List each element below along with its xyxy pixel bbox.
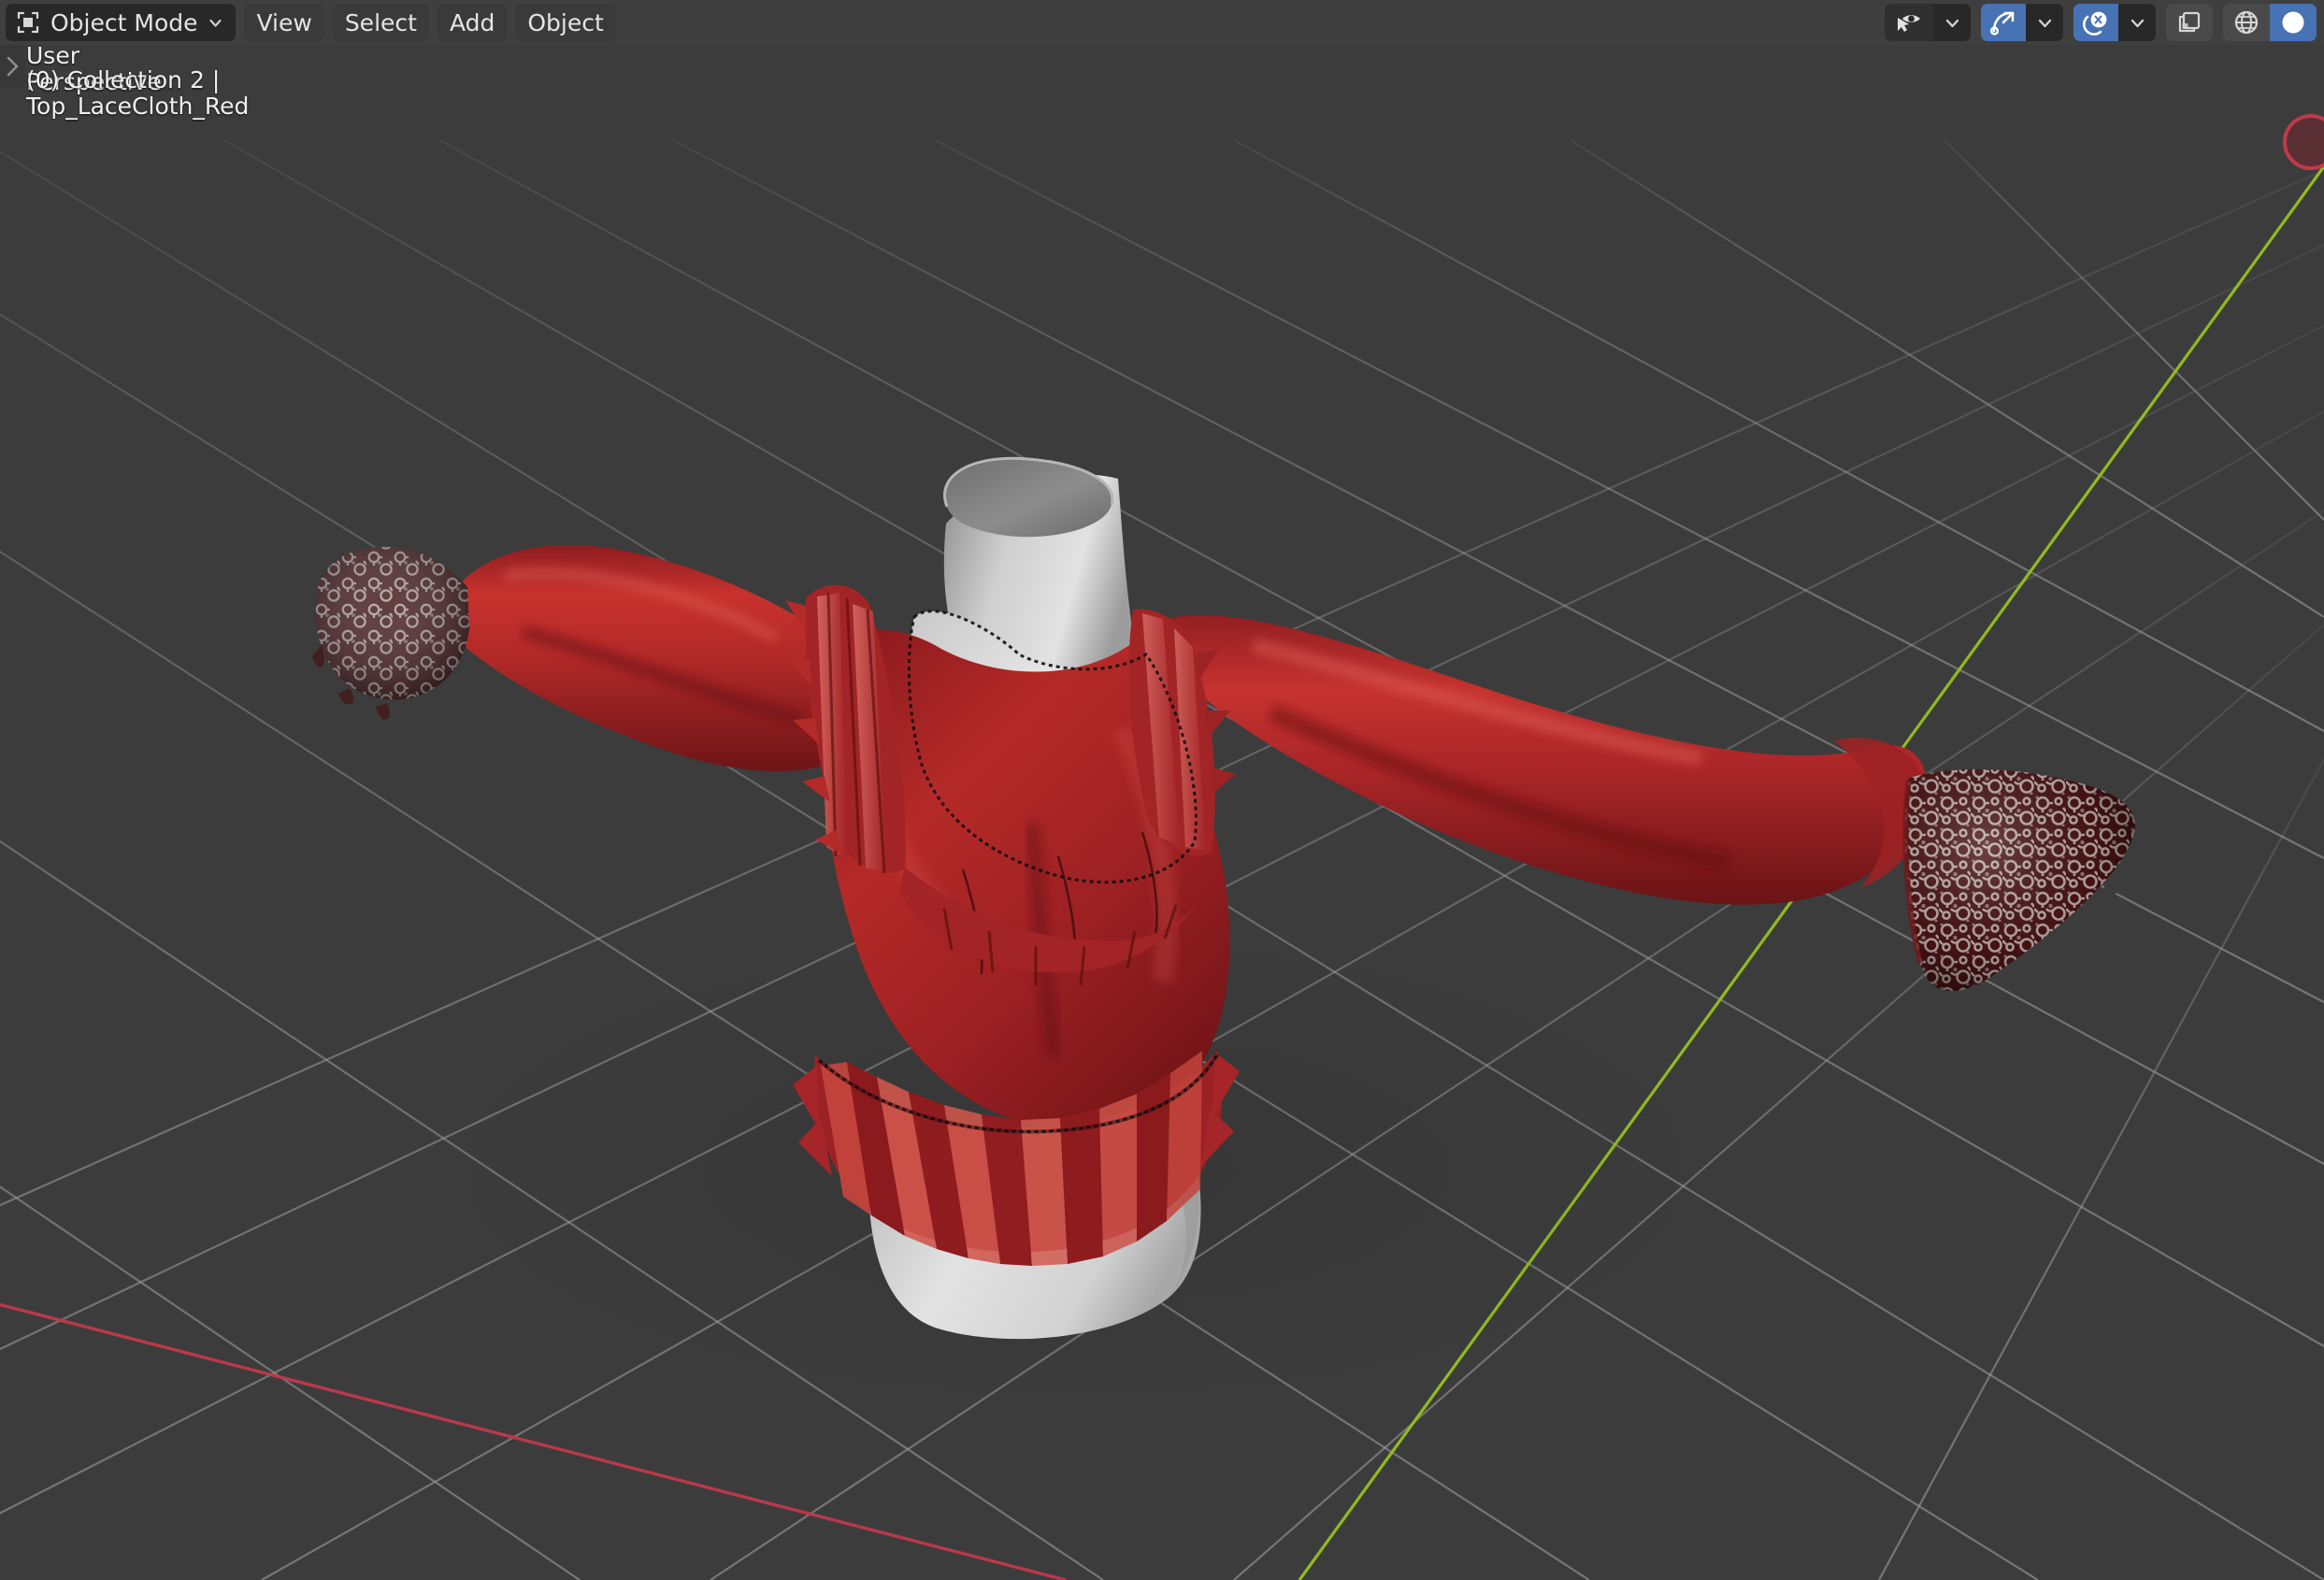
menu-view[interactable]: View	[244, 4, 324, 41]
menu-select-label: Select	[344, 8, 417, 36]
mode-selector-label: Object Mode	[50, 8, 198, 36]
viewport-header: Object Mode View Select Add Object	[0, 0, 2324, 45]
menu-view-label: View	[256, 8, 312, 36]
object-mode-icon	[17, 11, 39, 34]
snap-group	[1981, 4, 2063, 41]
wireframe-globe-icon	[2234, 10, 2259, 35]
visibility-selectability-group	[1885, 4, 1971, 41]
menu-add-label: Add	[449, 8, 495, 36]
proportional-editing-button[interactable]	[2073, 4, 2118, 41]
solid-sphere-icon	[2282, 11, 2304, 34]
lace-cuff-left	[312, 546, 469, 720]
sidebar-toggle-button[interactable]	[0, 45, 25, 88]
wireframe-shading-button[interactable]	[2223, 4, 2270, 41]
menu-select[interactable]: Select	[332, 4, 429, 41]
viewport-shading-group	[2223, 4, 2317, 41]
eye-cursor-icon	[1898, 15, 1920, 32]
visibility-selectability-button[interactable]	[1885, 4, 1933, 41]
menu-object-label: Object	[527, 8, 604, 36]
3d-viewport[interactable]: User Perspective (0) Collection 2 | Top_…	[0, 0, 2324, 1580]
chevron-down-icon	[2038, 19, 2051, 27]
chevron-down-icon	[209, 19, 222, 27]
solid-shading-button[interactable]	[2270, 4, 2317, 41]
xray-group	[2166, 4, 2213, 41]
mannequin-with-red-lace-top[interactable]	[0, 0, 2324, 1580]
view-axis-gizmo[interactable]	[2274, 105, 2324, 180]
toggle-xray-button[interactable]	[2166, 4, 2213, 41]
lace-cuff-right	[1902, 768, 2142, 1001]
chevron-right-icon	[7, 56, 19, 77]
visibility-dropdown-button[interactable]	[1933, 4, 1971, 41]
xray-icon	[2178, 11, 2201, 33]
snap-dropdown-button[interactable]	[2026, 4, 2063, 41]
chevron-down-icon	[2130, 19, 2144, 27]
magnet-snap-icon	[1989, 11, 2015, 36]
proportional-editing-dropdown-button[interactable]	[2118, 4, 2156, 41]
garment-sleeve-right	[1160, 614, 1927, 905]
snap-toggle-button[interactable]	[1981, 4, 2026, 41]
neck-opening	[944, 458, 1112, 538]
proportional-editing-icon	[2083, 11, 2107, 36]
mode-selector-button[interactable]: Object Mode	[6, 4, 237, 41]
menu-object[interactable]: Object	[515, 4, 616, 41]
menu-add[interactable]: Add	[437, 4, 508, 41]
chevron-down-icon	[1945, 19, 1958, 27]
proportional-editing-group	[2073, 4, 2156, 41]
